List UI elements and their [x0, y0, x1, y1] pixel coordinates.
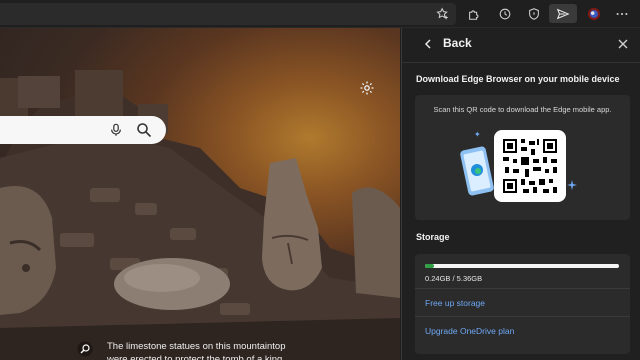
download-section-title: Download Edge Browser on your mobile dev… — [416, 74, 620, 84]
image-info-icon[interactable] — [77, 341, 93, 357]
svg-text:✦: ✦ — [474, 130, 481, 139]
storage-usage-text: 0.24GB / 5.36GB — [425, 274, 483, 283]
storage-usage-bar — [425, 264, 619, 268]
close-icon[interactable] — [617, 38, 629, 50]
side-panel: Back Download Edge Browser on your mobil… — [401, 28, 640, 360]
upgrade-onedrive-link[interactable]: Upgrade OneDrive plan — [425, 326, 514, 336]
back-button[interactable]: Back — [443, 36, 472, 50]
search-icon[interactable] — [136, 122, 152, 138]
favorites-star-icon[interactable] — [433, 4, 453, 23]
browser-toolbar — [0, 0, 640, 27]
qr-card: Scan this QR code to download the Edge m… — [415, 95, 630, 220]
microphone-icon[interactable] — [109, 123, 123, 137]
qr-code-image — [494, 130, 566, 202]
extensions-icon[interactable] — [464, 4, 484, 23]
image-caption[interactable]: The limestone statues on this mountainto… — [107, 341, 287, 360]
search-box[interactable] — [0, 116, 166, 144]
scan-qr-instructions: Scan this QR code to download the Edge m… — [433, 105, 612, 114]
storage-card-divider — [415, 288, 630, 289]
sparkle-icon — [567, 180, 577, 190]
browser-essentials-icon[interactable] — [524, 4, 544, 23]
address-bar[interactable] — [0, 3, 456, 25]
storage-card: 0.24GB / 5.36GB Free up storage Upgrade … — [415, 254, 630, 354]
mobile-phone-icon: ✦ — [460, 130, 494, 196]
qr-code-icon — [501, 137, 559, 195]
free-up-storage-link[interactable]: Free up storage — [425, 298, 485, 308]
page-settings-gear-icon[interactable] — [359, 80, 375, 96]
new-tab-background: The limestone statues on this mountainto… — [0, 28, 400, 360]
storage-section-title: Storage — [416, 232, 450, 242]
storage-usage-fill — [425, 264, 434, 268]
back-chevron-icon[interactable] — [422, 38, 434, 50]
history-icon[interactable] — [495, 4, 515, 23]
panel-header-divider — [402, 62, 640, 63]
mountaintop-statues-image — [0, 70, 400, 360]
storage-card-divider — [415, 316, 630, 317]
profile-icon[interactable] — [584, 4, 604, 23]
send-share-icon[interactable] — [549, 4, 577, 23]
more-icon[interactable] — [612, 4, 632, 23]
